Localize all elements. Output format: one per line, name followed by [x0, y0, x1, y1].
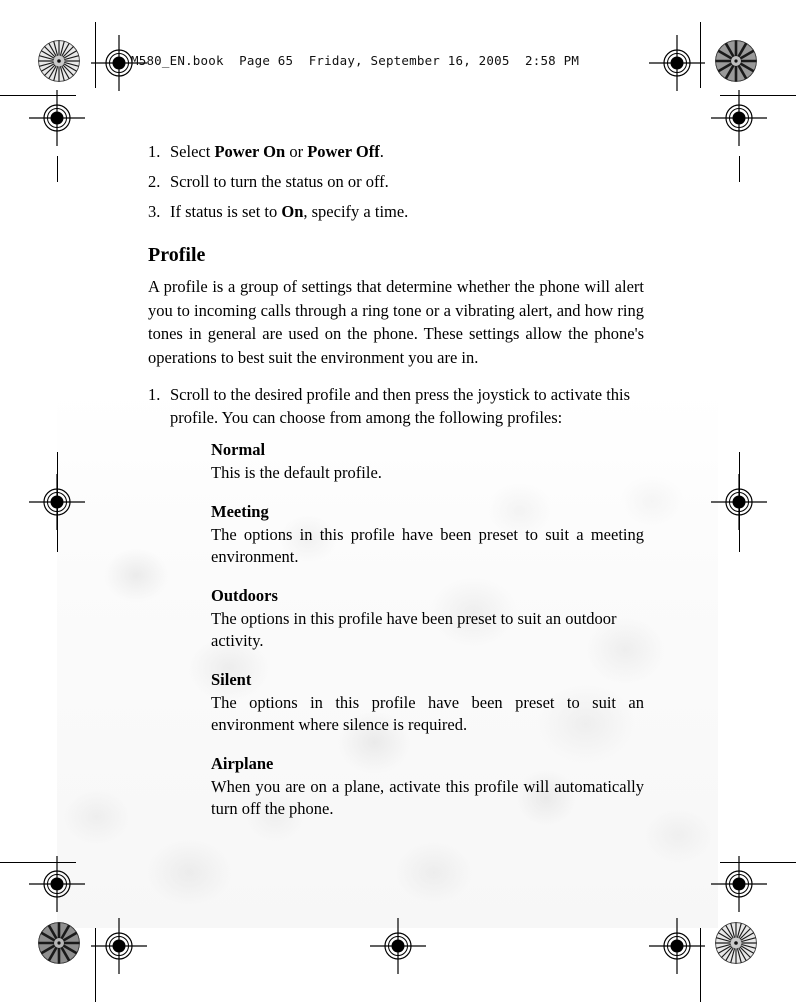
registration-target-lower-left	[29, 856, 85, 912]
list-item: 1. Scroll to the desired profile and the…	[148, 383, 644, 429]
step-text-mid: or	[285, 142, 308, 161]
page-edge-right	[739, 156, 740, 182]
registration-target-lower-right	[711, 856, 767, 912]
profile-title: Normal	[211, 440, 266, 459]
profile-title: Meeting	[211, 501, 269, 521]
profile-description: The options in this profile have been pr…	[211, 692, 644, 735]
registration-target-bottom-center	[370, 918, 426, 974]
profile-description: The options in this profile have been pr…	[211, 524, 644, 567]
page-edge-left	[57, 156, 58, 182]
registration-target-top-right	[649, 35, 705, 91]
profile-entry-silent: Silent The options in this profile have …	[211, 669, 644, 737]
profile-title: Silent	[211, 669, 252, 689]
registration-target-bottom-left	[91, 918, 147, 974]
profile-intro-paragraph: A profile is a group of settings that de…	[148, 277, 644, 367]
step-text-pre: If status is set to	[170, 202, 282, 221]
crop-line-mid-left	[57, 452, 58, 552]
starburst-target-top-right	[715, 40, 757, 82]
profile-title: Airplane	[211, 753, 274, 773]
step-bold-power-on: Power On	[214, 142, 286, 161]
profile-entry-airplane: Airplane When you are on a plane, activa…	[211, 753, 644, 821]
step-text: Scroll to turn the status on or off.	[170, 172, 389, 191]
registration-target-bottom-right	[649, 918, 705, 974]
step-number: 3.	[148, 202, 161, 221]
page-sheet: M580_EN.book Page 65 Friday, September 1…	[0, 0, 796, 1002]
power-steps-list: 1. Select Power On or Power Off. 2. Scro…	[148, 140, 644, 223]
profile-description: The options in this profile have been pr…	[211, 608, 617, 651]
list-item: 2. Scroll to turn the status on or off.	[148, 170, 644, 193]
profile-steps-list: 1. Scroll to the desired profile and the…	[148, 383, 644, 429]
starburst-target-bottom-right	[715, 922, 757, 964]
profile-description: This is the default profile.	[211, 463, 382, 482]
page-content: 1. Select Power On or Power Off. 2. Scro…	[148, 140, 644, 821]
profile-title: Outdoors	[211, 585, 278, 605]
step-bold-power-off: Power Off	[307, 142, 380, 161]
profile-definition-list: Normal This is the default profile. Meet…	[211, 439, 644, 821]
step-text: Scroll to the desired profile and then p…	[170, 385, 631, 427]
crop-line-mid-right	[739, 452, 740, 552]
profile-entry-normal: Normal This is the default profile.	[211, 439, 644, 485]
starburst-target-bottom-left	[38, 922, 80, 964]
starburst-target-top-left	[38, 40, 80, 82]
profile-description: When you are on a plane, activate this p…	[211, 776, 644, 819]
profile-entry-outdoors: Outdoors The options in this profile hav…	[211, 585, 644, 653]
step-text-pre: Select	[170, 142, 215, 161]
step-number: 1.	[148, 142, 161, 161]
list-item: 3. If status is set to On, specify a tim…	[148, 200, 644, 223]
registration-target-upper-right	[711, 90, 767, 146]
step-bold-on: On	[281, 202, 304, 221]
step-number: 2.	[148, 172, 161, 191]
step-text: Select Power On or Power Off.	[170, 142, 384, 161]
registration-target-upper-left	[29, 90, 85, 146]
step-number: 1.	[148, 385, 161, 404]
section-heading-profile: Profile	[148, 244, 206, 266]
list-item: 1. Select Power On or Power Off.	[148, 140, 644, 163]
running-header: M580_EN.book Page 65 Friday, September 1…	[131, 53, 580, 68]
step-text-mid: , specify a time.	[303, 202, 409, 221]
step-text-post: .	[379, 142, 384, 161]
profile-entry-meeting: Meeting The options in this profile have…	[211, 501, 644, 569]
step-text: If status is set to On, specify a time.	[170, 202, 408, 221]
